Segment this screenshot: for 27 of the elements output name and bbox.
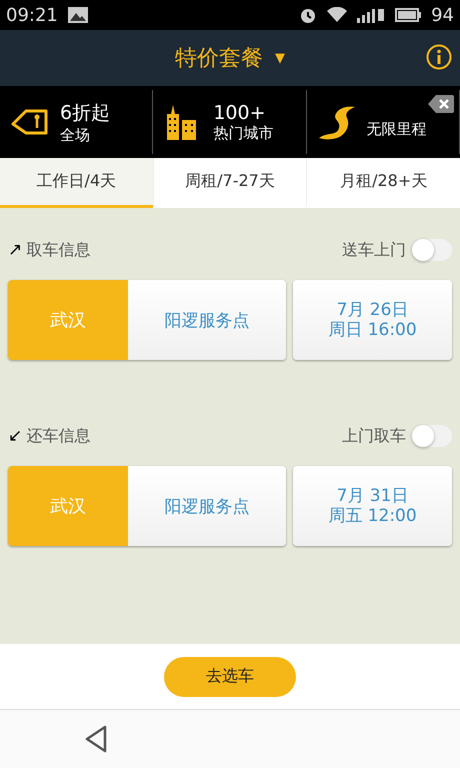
rental-tab[interactable]: 工作日/4天 xyxy=(0,158,153,208)
choose-car-button[interactable]: 去选车 xyxy=(164,656,296,696)
close-icon[interactable] xyxy=(428,94,454,114)
toggle-switch[interactable] xyxy=(412,425,452,447)
caret-icon[interactable]: ▼ xyxy=(275,50,285,66)
promo-caption: 无限里程 xyxy=(366,120,427,138)
arrow-icon: ↙ xyxy=(8,426,22,446)
toggle-switch[interactable] xyxy=(412,239,452,261)
toggle-label: 上门取车 xyxy=(342,426,406,446)
wifi-icon xyxy=(327,7,348,23)
section-title: 取车信息 xyxy=(26,240,90,260)
promo-caption: 热门城市 xyxy=(213,124,274,142)
info-icon[interactable] xyxy=(426,44,452,70)
promo-headline: 6折起 xyxy=(60,100,110,126)
promo-caption: 全场 xyxy=(60,126,91,144)
promo-headline: 100+ xyxy=(213,102,267,124)
signal-icon xyxy=(357,7,386,23)
back-icon[interactable] xyxy=(84,725,108,753)
toggle-label: 送车上门 xyxy=(342,240,406,260)
section-title: 还车信息 xyxy=(26,426,90,446)
battery-level: 94 xyxy=(431,4,454,26)
clock-time: 09:21 xyxy=(6,4,58,26)
image-icon xyxy=(68,7,88,23)
screen-title[interactable]: 特价套餐 xyxy=(175,43,263,73)
arrow-icon: ↗ xyxy=(8,240,22,260)
alarm-icon xyxy=(299,6,318,24)
battery-icon xyxy=(395,8,422,22)
